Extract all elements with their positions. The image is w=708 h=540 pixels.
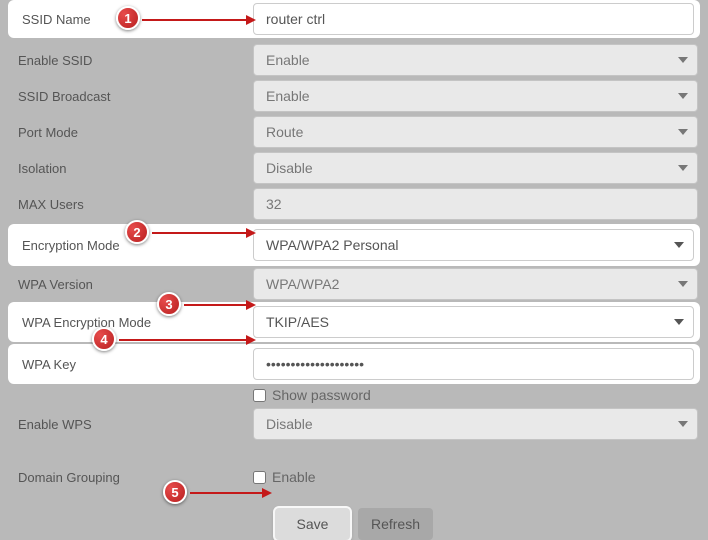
- show-password-checkbox[interactable]: [253, 389, 266, 402]
- encryption-mode-select[interactable]: WPA/WPA2 Personal: [253, 229, 694, 261]
- refresh-button[interactable]: Refresh: [358, 508, 433, 540]
- enable-wps-label: Enable WPS: [8, 417, 253, 432]
- max-users-input[interactable]: [253, 188, 698, 220]
- ssid-broadcast-select[interactable]: Enable: [253, 80, 698, 112]
- wpa-enc-mode-select[interactable]: TKIP/AES: [253, 306, 694, 338]
- port-mode-label: Port Mode: [8, 125, 253, 140]
- show-password-label: Show password: [272, 387, 371, 403]
- wpa-enc-mode-label: WPA Encryption Mode: [8, 315, 253, 330]
- ssid-name-input[interactable]: [253, 3, 694, 35]
- wpa-version-label: WPA Version: [8, 277, 253, 292]
- enable-ssid-select[interactable]: Enable: [253, 44, 698, 76]
- enable-wps-select[interactable]: Disable: [253, 408, 698, 440]
- step-marker-4: 4: [92, 327, 116, 351]
- domain-grouping-checkbox-label: Enable: [272, 469, 316, 485]
- step-marker-5: 5: [163, 480, 187, 504]
- save-button[interactable]: Save: [275, 508, 350, 540]
- wpa-key-label: WPA Key: [8, 357, 253, 372]
- ssid-broadcast-label: SSID Broadcast: [8, 89, 253, 104]
- isolation-select[interactable]: Disable: [253, 152, 698, 184]
- port-mode-select[interactable]: Route: [253, 116, 698, 148]
- enable-ssid-label: Enable SSID: [8, 53, 253, 68]
- domain-grouping-label: Domain Grouping: [8, 470, 253, 485]
- wpa-key-input[interactable]: [253, 348, 694, 380]
- step-marker-2: 2: [125, 220, 149, 244]
- max-users-label: MAX Users: [8, 197, 253, 212]
- domain-grouping-checkbox[interactable]: [253, 471, 266, 484]
- wpa-version-select[interactable]: WPA/WPA2: [253, 268, 698, 300]
- step-marker-1: 1: [116, 6, 140, 30]
- step-marker-3: 3: [157, 292, 181, 316]
- isolation-label: Isolation: [8, 161, 253, 176]
